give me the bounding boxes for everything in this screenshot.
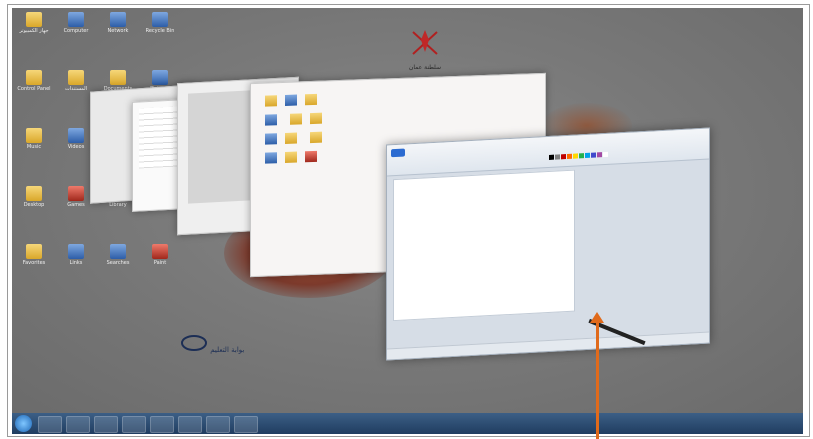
taskbar-chrome-button[interactable]	[122, 416, 146, 433]
annotation-arrow-line	[596, 318, 599, 439]
taskbar-word-button[interactable]	[178, 416, 202, 433]
desktop-icon-label: Network	[107, 28, 129, 34]
blue-icon	[68, 128, 84, 143]
desktop-icon-label: Computer	[63, 28, 89, 34]
color-palette[interactable]	[549, 142, 609, 164]
desktop-icon-label: Searches	[106, 260, 130, 266]
palette-swatch[interactable]	[561, 154, 566, 160]
folder-icon	[26, 70, 42, 85]
desktop-icon[interactable]: Favorites	[14, 244, 54, 266]
paint-statusbar	[387, 331, 709, 360]
folder-icon	[110, 70, 126, 85]
desktop-icon-label: جهاز الكمبيوتر	[19, 28, 49, 34]
desktop-icon[interactable]: Links	[56, 244, 96, 266]
blue-icon	[68, 244, 84, 259]
desktop-icon[interactable]: المستندات	[56, 70, 96, 92]
taskbar-folder-button[interactable]	[66, 416, 90, 433]
blue-icon	[152, 12, 168, 27]
desktop-icon-label: Paint	[153, 260, 167, 266]
desktop-icon-label: Recycle Bin	[145, 28, 175, 34]
blue-icon	[110, 244, 126, 259]
desktop-icon[interactable]: Control Panel	[14, 70, 54, 92]
palette-swatch[interactable]	[579, 153, 584, 159]
desktop-icon-label: Links	[69, 260, 83, 266]
palette-swatch[interactable]	[567, 153, 572, 160]
folder-icon	[26, 12, 42, 27]
preview-icons	[261, 91, 331, 169]
red-icon	[68, 186, 84, 201]
desktop[interactable]: سلطنة عمان جهاز الكمبيوتر Computer Network…	[12, 8, 803, 413]
desktop-icon[interactable]: Searches	[98, 244, 138, 266]
desktop-icon[interactable]: Music	[14, 128, 54, 150]
desktop-icon-label: Favorites	[22, 260, 46, 266]
palette-swatch[interactable]	[597, 152, 602, 158]
folder-icon	[26, 244, 42, 259]
taskbar-ie-button[interactable]	[38, 416, 62, 433]
taskbar-paint-button[interactable]	[150, 416, 174, 433]
paint-canvas[interactable]	[393, 169, 575, 322]
red-icon	[152, 244, 168, 259]
palette-swatch[interactable]	[573, 153, 578, 159]
desktop-icon[interactable]: Paint	[140, 244, 180, 266]
folder-icon	[26, 186, 42, 201]
desktop-icon[interactable]: Network	[98, 12, 138, 34]
palette-swatch[interactable]	[591, 152, 596, 158]
desktop-icon-label: Music	[26, 144, 42, 150]
watermark-text: بوابة التعليم	[210, 346, 245, 354]
palette-swatch[interactable]	[585, 152, 590, 159]
taskbar-mail-button[interactable]	[206, 416, 230, 433]
annotation-arrow-head	[590, 312, 604, 323]
desktop-icon[interactable]: Recycle Bin	[140, 12, 180, 34]
paint-menu-icon[interactable]	[391, 148, 405, 158]
palette-swatch[interactable]	[549, 154, 554, 160]
desktop-icon-label: Control Panel	[17, 86, 51, 92]
blue-icon	[68, 12, 84, 27]
desktop-icon[interactable]: جهاز الكمبيوتر	[14, 12, 54, 34]
desktop-icon[interactable]: Computer	[56, 12, 96, 34]
taskbar[interactable]	[12, 413, 803, 434]
folder-icon	[68, 70, 84, 85]
blue-icon	[152, 70, 168, 85]
blue-icon	[110, 12, 126, 27]
taskbar-steam-button[interactable]	[234, 416, 258, 433]
desktop-icon[interactable]: Desktop	[14, 186, 54, 208]
education-portal-logo: بوابة التعليم	[180, 334, 244, 354]
paint-window[interactable]	[386, 127, 710, 361]
desktop-icon-label: Desktop	[23, 202, 45, 208]
palette-swatch[interactable]	[603, 151, 608, 158]
folder-icon	[26, 128, 42, 143]
palette-swatch[interactable]	[555, 154, 560, 160]
emblem-caption: سلطنة عمان	[408, 64, 442, 71]
start-button[interactable]	[15, 415, 32, 432]
taskbar-media-button[interactable]	[94, 416, 118, 433]
